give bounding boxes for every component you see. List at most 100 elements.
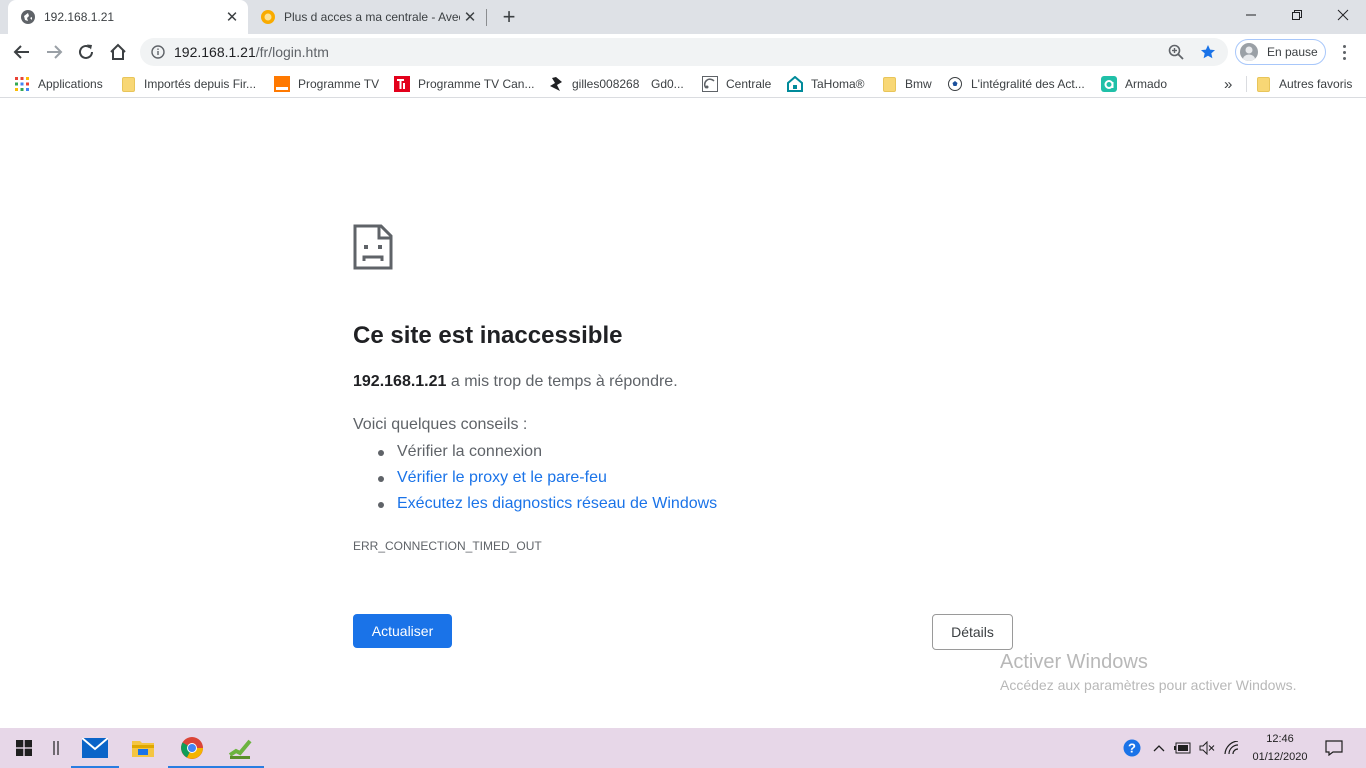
site-info-icon[interactable] [144,38,172,66]
tab-close-icon[interactable]: ✕ [460,7,480,27]
error-heading: Ce site est inaccessible [353,322,623,349]
window-close-button[interactable] [1320,0,1366,30]
bookmark-programme-tv[interactable]: Programme TV [274,74,379,94]
orange-icon [274,76,290,92]
tip-check-connection: Vérifier la connexion [353,442,717,468]
bookmark-label: Programme TV Can... [418,77,535,91]
back-arrow-icon [13,45,29,59]
bookmark-other-folder[interactable]: Autres favoris [1255,74,1352,94]
address-bar[interactable]: 192.168.1.21/fr/login.htm [140,38,1228,66]
url-path: /fr/login.htm [255,44,329,60]
bookmark-star-icon[interactable] [1194,38,1222,66]
reload-page-button[interactable]: Actualiser [353,614,452,648]
bookmark-label: Importés depuis Fir... [144,77,257,91]
bookmarks-bar: Applications Importés depuis Fir... Prog… [0,70,1366,98]
armado-icon [1101,76,1117,92]
tip-text: Vérifier la connexion [397,443,542,460]
bookmark-label: Applications [38,77,103,91]
tab-strip: 192.168.1.21 ✕ Plus d acces a ma central… [0,0,1366,34]
zoom-icon[interactable] [1162,38,1190,66]
battery-icon[interactable] [1172,728,1194,768]
taskbar-file-explorer[interactable] [119,728,167,768]
tab-active[interactable]: 192.168.1.21 ✕ [8,0,248,34]
bookmark-integralite[interactable]: L'intégralité des Act... [947,74,1085,94]
centrale-icon [702,76,718,92]
new-tab-button[interactable]: + [498,6,520,28]
clock-date: 01/12/2020 [1252,751,1308,763]
bookmark-label: Bmw [905,77,932,91]
more-menu-icon[interactable] [1334,42,1354,62]
taskbar-chrome[interactable] [168,728,216,768]
back-button[interactable] [8,38,36,66]
bookmark-label: Programme TV [298,77,380,91]
green-app-icon [228,739,252,759]
error-summary-text: a mis trop de temps à répondre. [446,373,678,390]
bookmark-imported-folder[interactable]: Importés depuis Fir... [120,74,256,94]
details-button[interactable]: Détails [932,614,1013,650]
tab-title: 192.168.1.21 [44,10,115,24]
bookmark-label: TaHoma® [811,77,865,91]
wifi-icon[interactable] [1221,728,1243,768]
mail-icon [82,738,108,758]
tip-check-proxy-link[interactable]: Vérifier le proxy et le pare-feu [353,468,717,494]
bookmark-bmw-folder[interactable]: Bmw [881,74,932,94]
error-host: 192.168.1.21 [353,373,447,390]
bookmarks-separator [1246,76,1247,92]
bookmark-gilles[interactable]: gilles008268 [548,74,639,94]
reload-button[interactable] [72,38,100,66]
tips-list: Vérifier la connexion Vérifier le proxy … [353,442,717,520]
folder-icon [881,76,897,92]
bookmark-gd0[interactable]: Gd0... [651,74,684,94]
url-host: 192.168.1.21 [174,44,256,60]
bookmark-tahoma[interactable]: TaHoma® [787,74,865,94]
error-summary: 192.168.1.21 a mis trop de temps à répon… [353,373,678,391]
bookmark-label: Gd0... [651,77,684,91]
profile-button[interactable]: En pause [1235,39,1326,65]
svg-text:?: ? [1128,741,1136,756]
bookmark-label: L'intégralité des Act... [971,77,1085,91]
telerama-icon [394,76,410,92]
taskbar-mail[interactable] [71,728,119,768]
volume-muted-icon[interactable] [1196,728,1218,768]
bookmark-centrale[interactable]: Centrale [702,74,771,94]
tip-text[interactable]: Vérifier le proxy et le pare-feu [397,469,607,486]
chrome-icon [181,737,203,759]
bookmark-programme-tv-can[interactable]: Programme TV Can... [394,74,534,94]
task-view-icon [53,741,59,755]
tab-close-icon[interactable]: ✕ [222,7,242,27]
home-button[interactable] [104,38,132,66]
bookmark-label: gilles008268 [572,77,640,91]
restore-icon [1292,10,1302,20]
bookmark-label: Centrale [726,77,772,91]
sad-page-icon [353,224,393,270]
show-hidden-icons-chevron-icon[interactable] [1150,728,1168,768]
tahoma-icon [787,76,803,92]
taskbar-app[interactable] [216,728,264,768]
error-code: ERR_CONNECTION_TIMED_OUT [353,539,542,553]
avatar-icon [1240,43,1258,61]
minimize-icon [1246,14,1256,16]
url-text: 192.168.1.21/fr/login.htm [174,44,1162,60]
toolbar: 192.168.1.21/fr/login.htm En pause [0,34,1366,70]
activation-watermark-subtitle: Accédez aux paramètres pour activer Wind… [1000,677,1297,693]
minimize-button[interactable] [1228,0,1274,30]
folder-icon [1255,76,1271,92]
help-tray-icon[interactable]: ? [1122,728,1142,768]
bookmarks-overflow-icon[interactable]: » [1224,74,1232,94]
notification-center-icon[interactable] [1318,728,1350,768]
restore-button[interactable] [1274,0,1320,30]
forward-arrow-icon [47,45,63,59]
forward-button[interactable] [40,38,68,66]
close-icon [1337,9,1349,21]
taskbar-clock[interactable]: 12:46 01/12/2020 [1248,730,1312,766]
soccer-icon [947,76,963,92]
tab-inactive[interactable]: Plus d acces a ma centrale - Avec ✕ [250,0,486,34]
bookmark-applications[interactable]: Applications [14,74,103,94]
globe-icon [21,10,35,24]
tip-text[interactable]: Exécutez les diagnostics réseau de Windo… [397,495,717,512]
home-icon [110,43,126,60]
tip-run-diagnostics-link[interactable]: Exécutez les diagnostics réseau de Windo… [353,494,717,520]
bookmark-label: Armado [1125,77,1168,91]
tab-separator [486,9,487,26]
bookmark-armado[interactable]: Armado [1101,74,1167,94]
